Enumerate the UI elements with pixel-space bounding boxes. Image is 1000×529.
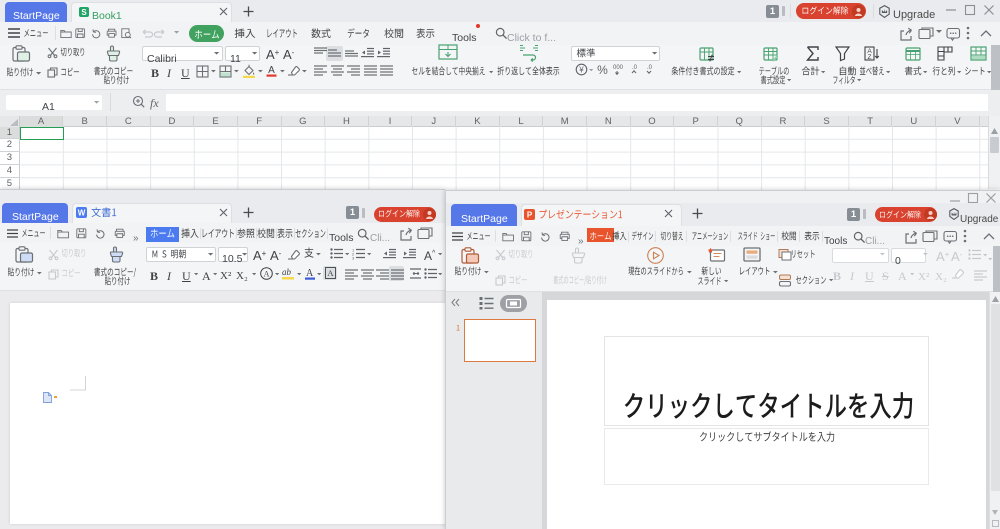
svg-text:A: A (327, 268, 334, 278)
svg-text:P: P (527, 210, 533, 219)
svg-text:W: W (78, 209, 86, 218)
svg-text:A: A (306, 268, 314, 279)
svg-text:A: A (264, 269, 270, 278)
svg-text:ab: ab (282, 267, 292, 277)
